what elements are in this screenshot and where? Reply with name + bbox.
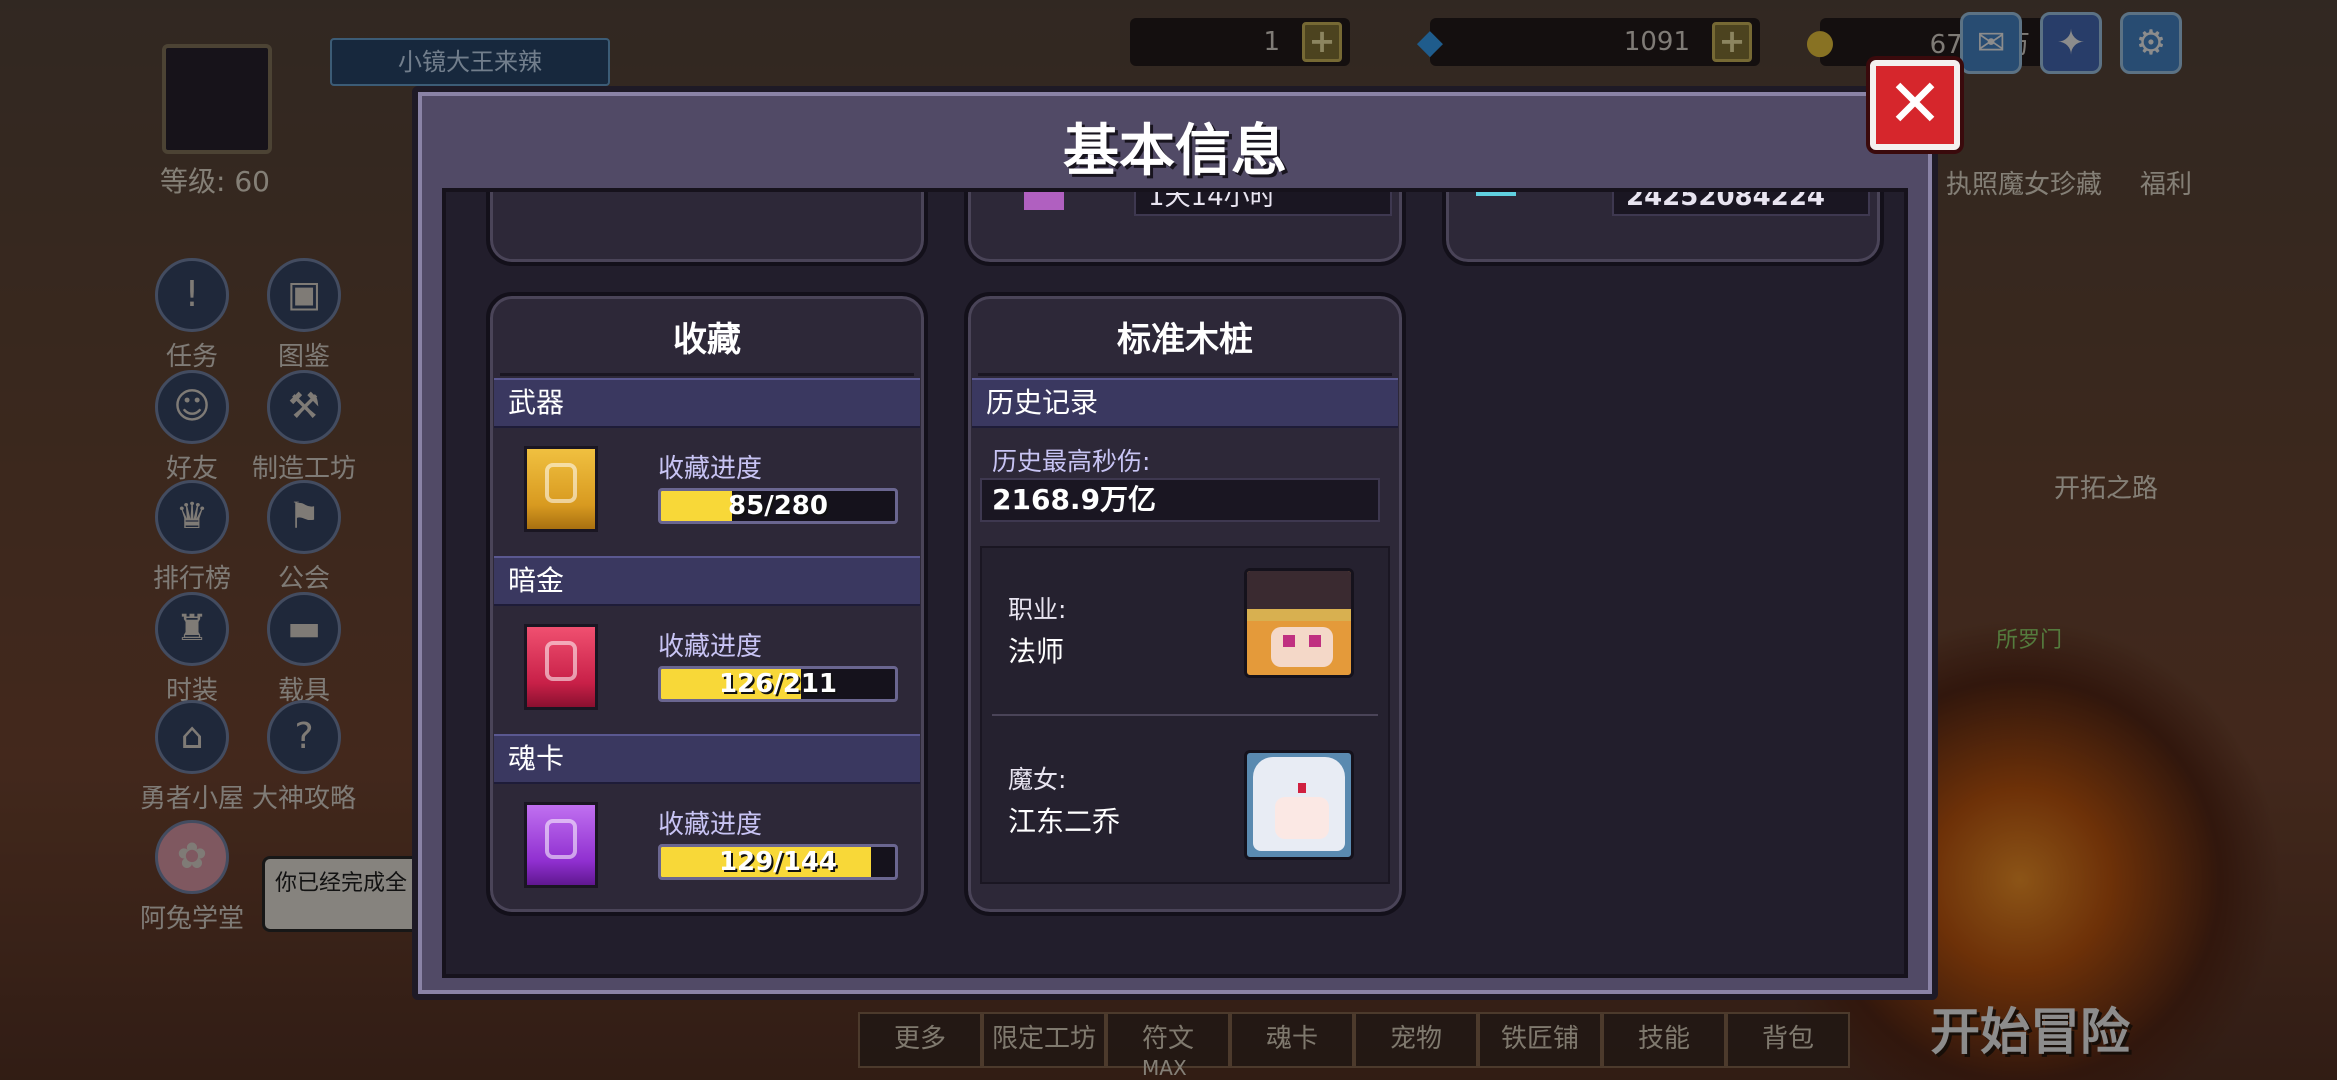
weapons-progress-bar: 85/280: [658, 488, 898, 524]
training-dummy-title: 标准木桩: [978, 304, 1392, 376]
dark-gold-progress-label: 收藏进度: [658, 632, 763, 662]
soul-card-collection-icon: [524, 802, 598, 888]
dark-gold-progress-text: 126/211: [718, 669, 838, 699]
weapon-collection-icon: [524, 446, 598, 532]
category-header-dark-gold: 暗金: [494, 556, 920, 606]
witch-value: 江东二乔: [1008, 805, 1121, 838]
time-icon: [1024, 192, 1064, 210]
basic-info-dialog: 基本信息 1天14小时 24252084224 收藏 武器 收藏进度 85/28…: [412, 86, 1938, 1000]
history-header: 历史记录: [972, 378, 1398, 428]
collection-title: 收藏: [500, 304, 914, 376]
dark-gold-progress-bar: 126/211: [658, 666, 898, 702]
top-card-3: 24252084224: [1442, 192, 1884, 266]
soul-cards-progress-text: 129/144: [718, 847, 838, 877]
soul-cards-progress-label: 收藏进度: [658, 810, 763, 840]
category-header-weapons: 武器: [494, 378, 920, 428]
witch-label: 魔女:: [1008, 765, 1067, 794]
category-header-soul-cards: 魂卡: [494, 734, 920, 784]
class-value: 法师: [1008, 635, 1065, 668]
player-id-field: 24252084224: [1612, 192, 1870, 216]
playtime-field: 1天14小时: [1134, 192, 1392, 216]
dark-gold-collection-icon: [524, 624, 598, 710]
max-dps-value: 2168.9万亿: [980, 478, 1380, 522]
dialog-title: 基本信息: [1063, 119, 1287, 184]
weapons-progress-text: 85/280: [728, 491, 828, 521]
training-dummy-card: 标准木桩 历史记录 历史最高秒伤: 2168.9万亿 职业: 法师 魔女: 江东…: [964, 292, 1406, 916]
max-dps-label: 历史最高秒伤:: [992, 447, 1151, 476]
dialog-scroll-area[interactable]: 1天14小时 24252084224 收藏 武器 收藏进度 85/280 暗金 …: [442, 188, 1908, 978]
character-info-panel: 职业: 法师 魔女: 江东二乔: [980, 546, 1390, 884]
soul-cards-progress-bar: 129/144: [658, 844, 898, 880]
close-button[interactable]: ✕: [1870, 60, 1960, 150]
top-card-1: [486, 192, 928, 266]
id-icon: [1476, 192, 1516, 196]
collection-card: 收藏 武器 收藏进度 85/280 暗金 收藏进度 126/211 魂卡 收藏进…: [486, 292, 928, 916]
witch-portrait: [1244, 750, 1354, 860]
top-card-2: 1天14小时: [964, 192, 1406, 266]
info-divider: [992, 714, 1378, 716]
close-icon: ✕: [1887, 65, 1943, 142]
mage-portrait: [1244, 568, 1354, 678]
class-label: 职业:: [1008, 595, 1067, 624]
weapons-progress-label: 收藏进度: [658, 454, 763, 484]
